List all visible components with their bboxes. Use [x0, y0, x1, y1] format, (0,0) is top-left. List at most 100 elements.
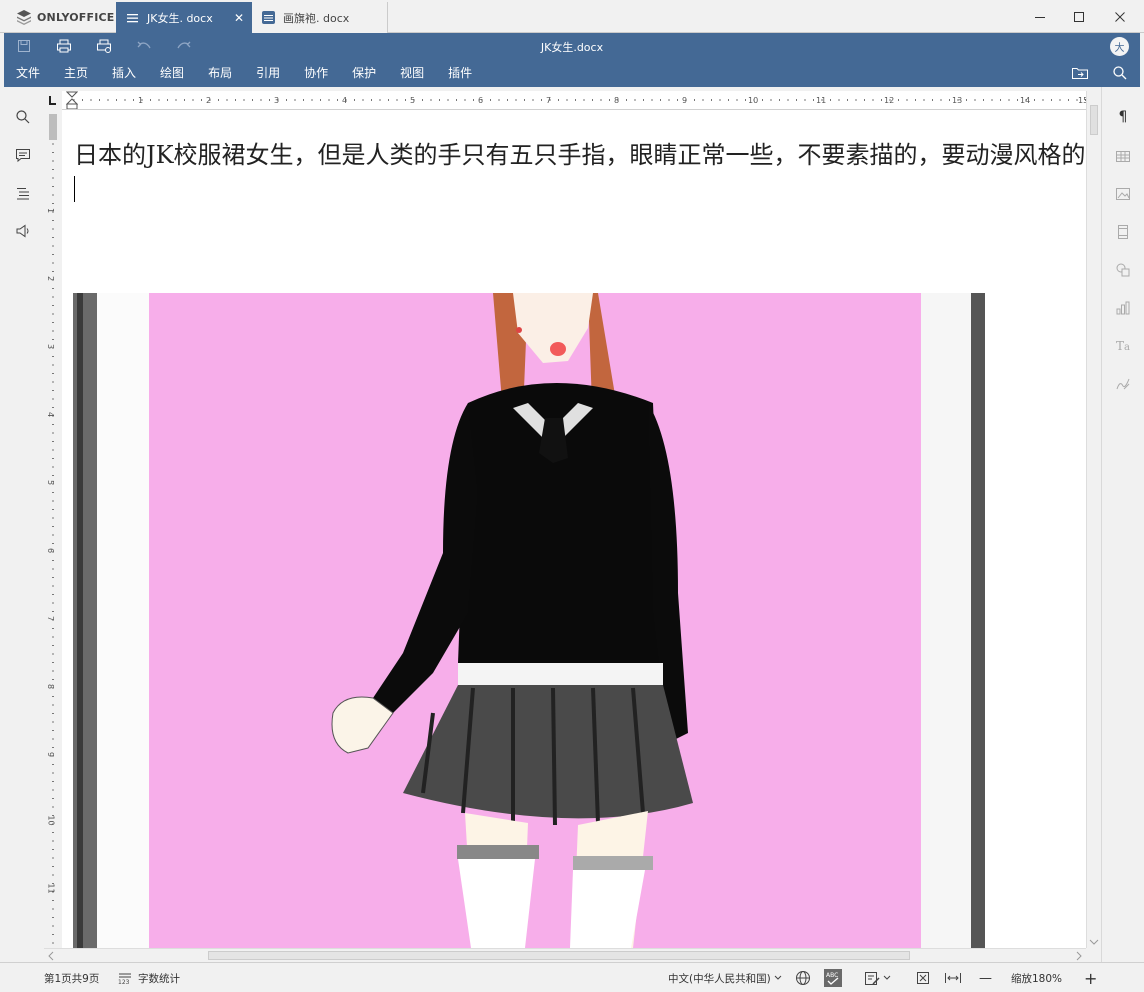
- tab-jk-docx[interactable]: JK女生. docx ✕: [116, 2, 252, 33]
- close-tab-icon[interactable]: ✕: [234, 11, 244, 25]
- horizontal-scrollbar[interactable]: [44, 948, 1086, 962]
- document-title: JK女生.docx: [540, 41, 604, 54]
- search-icon: [1113, 66, 1127, 80]
- minimize-button[interactable]: [1020, 0, 1060, 33]
- ruler-number: 13: [952, 96, 963, 105]
- right-sidebar: ¶ Ta: [1101, 87, 1144, 962]
- horizontal-ruler[interactable]: 1 2 3 4 5 6 7 8 9 10 11 12 13 14 15: [62, 91, 1086, 110]
- menu-draw[interactable]: 绘图: [148, 60, 196, 86]
- page-indicator[interactable]: 第1页共9页: [44, 963, 99, 992]
- menu-home[interactable]: 主页: [52, 60, 100, 86]
- ruler-number: 6: [46, 547, 56, 554]
- fit-page-icon: [917, 972, 929, 984]
- comments-button[interactable]: [12, 144, 34, 166]
- table-settings-button[interactable]: [1112, 145, 1134, 167]
- ruler-number: 11: [46, 883, 56, 894]
- scroll-left-icon[interactable]: [47, 951, 55, 961]
- menu-protection[interactable]: 保护: [340, 60, 388, 86]
- ruler-number: 15: [1078, 96, 1086, 105]
- spell-check-button[interactable]: ABC: [824, 963, 842, 992]
- fit-width-icon: [945, 973, 961, 983]
- chevron-down-icon: [883, 975, 891, 980]
- user-avatar[interactable]: 大: [1110, 37, 1129, 56]
- comment-icon: [16, 149, 30, 163]
- scrollbar-thumb[interactable]: [208, 951, 910, 960]
- document-page[interactable]: 日本的JK校服裙女生，但是人类的手只有五只手指，眼睛正常一些，不要素描的，要动漫…: [62, 110, 1086, 948]
- app-name: ONLYOFFICE: [37, 10, 115, 24]
- speaker-icon: [16, 224, 29, 238]
- scroll-right-icon[interactable]: [1075, 951, 1083, 961]
- ruler-number: 14: [1020, 96, 1031, 105]
- tab-stop-selector[interactable]: [44, 91, 62, 110]
- menu-file[interactable]: 文件: [4, 60, 52, 86]
- ruler-number: 9: [682, 96, 688, 105]
- word-count-label: 字数统计: [138, 972, 180, 985]
- menu-collaboration[interactable]: 协作: [292, 60, 340, 86]
- text-cursor: [74, 176, 75, 202]
- shape-settings-button[interactable]: [1112, 259, 1134, 281]
- onlyoffice-logo-icon: [17, 10, 31, 25]
- left-tab-icon: [49, 96, 56, 105]
- text-art-icon: Ta: [1116, 339, 1130, 353]
- header-footer-settings-button[interactable]: [1112, 221, 1134, 243]
- menu-layout[interactable]: 布局: [196, 60, 244, 86]
- scrollbar-thumb[interactable]: [1090, 105, 1098, 135]
- menu-view[interactable]: 视图: [388, 60, 436, 86]
- document-icon: [126, 11, 139, 24]
- zoom-level[interactable]: 缩放180%: [1011, 963, 1062, 992]
- image-settings-button[interactable]: [1112, 183, 1134, 205]
- ruler-number: 11: [816, 96, 827, 105]
- ruler-number: 10: [748, 96, 759, 105]
- find-button[interactable]: [12, 106, 34, 128]
- ruler-number: 5: [410, 96, 416, 105]
- vertical-scrollbar[interactable]: [1086, 91, 1101, 948]
- chart-icon: [1116, 301, 1130, 315]
- chart-settings-button[interactable]: [1112, 297, 1134, 319]
- ruler-ticks: [73, 99, 1086, 101]
- track-changes-icon: [865, 972, 880, 985]
- left-sidebar: [0, 87, 44, 962]
- word-count-button[interactable]: 123 字数统计: [118, 963, 180, 992]
- ruler-number: 12: [884, 96, 895, 105]
- maximize-icon: [1074, 11, 1084, 22]
- indent-marker-icon[interactable]: [66, 91, 78, 110]
- tab-qipao-docx[interactable]: 画旗袍. docx: [252, 2, 388, 33]
- text-art-settings-button[interactable]: Ta: [1112, 335, 1134, 357]
- minimize-icon: [1035, 16, 1045, 18]
- paragraph-text: 日本的JK校服裙女生，但是人类的手只有五只手指，眼睛正常一些，不要素描的，要动漫…: [74, 141, 1086, 169]
- ruler-number: 7: [46, 615, 56, 622]
- app-logo: ONLYOFFICE: [16, 9, 115, 25]
- track-changes-button[interactable]: [864, 963, 891, 992]
- fit-page-button[interactable]: [915, 963, 931, 992]
- paragraph-settings-button[interactable]: ¶: [1112, 106, 1134, 128]
- ruler-number: 1: [46, 207, 56, 214]
- zoom-in-button[interactable]: +: [1084, 963, 1097, 992]
- maximize-button[interactable]: [1059, 0, 1099, 33]
- ruler-number: 4: [46, 411, 56, 418]
- close-window-button[interactable]: [1100, 0, 1140, 33]
- vertical-ruler[interactable]: 1 2 3 4 5 6 7 8 9 10 11: [44, 110, 62, 948]
- title-bar: ONLYOFFICE JK女生. docx ✕ 画旗袍. docx: [0, 0, 1144, 33]
- ruler-number: 6: [478, 96, 484, 105]
- status-bar: 第1页共9页 123 字数统计 中文(中华人民共和国) ABC — 缩放180%…: [0, 962, 1144, 992]
- ruler-number: 3: [46, 343, 56, 350]
- search-button[interactable]: [1110, 64, 1130, 82]
- menu-references[interactable]: 引用: [244, 60, 292, 86]
- feedback-button[interactable]: [12, 220, 34, 242]
- language-selector[interactable]: 中文(中华人民共和国): [668, 963, 782, 992]
- signature-settings-button[interactable]: [1112, 373, 1134, 395]
- inserted-image[interactable]: [73, 293, 985, 948]
- word-count-icon: 123: [118, 973, 131, 985]
- ruler-number: 8: [614, 96, 620, 105]
- menu-plugins[interactable]: 插件: [436, 60, 484, 86]
- document-icon: [262, 11, 275, 24]
- zoom-out-button[interactable]: —: [979, 963, 992, 992]
- document-paragraph[interactable]: 日本的JK校服裙女生，但是人类的手只有五只手指，眼睛正常一些，不要素描的，要动漫…: [74, 138, 1086, 208]
- open-file-location-button[interactable]: [1070, 64, 1090, 82]
- menu-insert[interactable]: 插入: [100, 60, 148, 86]
- fit-width-button[interactable]: [944, 963, 962, 992]
- folder-icon: [1072, 68, 1088, 79]
- document-language-button[interactable]: [795, 963, 811, 992]
- navigation-button[interactable]: [12, 182, 34, 204]
- scroll-down-icon[interactable]: [1089, 938, 1099, 946]
